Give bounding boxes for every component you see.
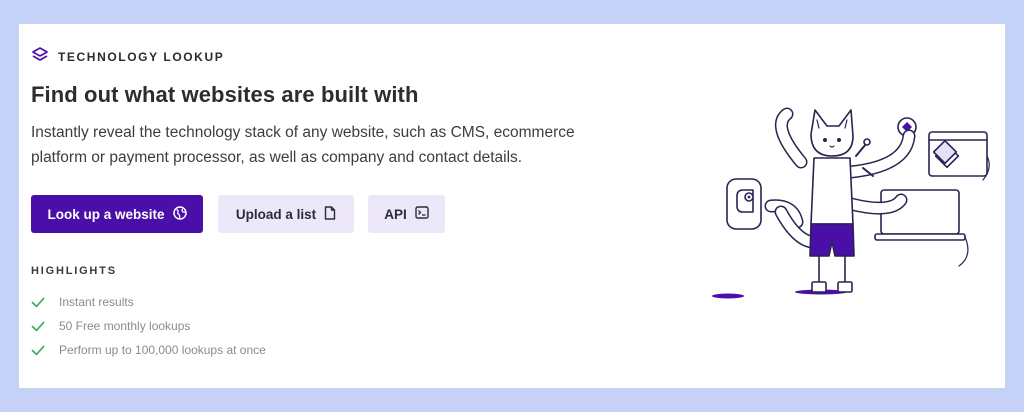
- page-title: Find out what websites are built with: [31, 82, 419, 107]
- list-item: Perform up to 100,000 lookups at once: [31, 338, 266, 362]
- layers-icon: [32, 46, 48, 68]
- highlights-heading: HIGHLIGHTS: [31, 265, 117, 277]
- check-icon: [31, 345, 45, 355]
- highlight-text: Perform up to 100,000 lookups at once: [59, 343, 266, 357]
- api-label: API: [384, 206, 407, 222]
- look-up-website-button[interactable]: Look up a website: [31, 195, 203, 233]
- terminal-icon: [415, 206, 429, 222]
- multi-armed-cat-illustration: [712, 107, 990, 299]
- file-icon: [324, 205, 336, 223]
- lookup-card: TECHNOLOGY LOOKUP Find out what websites…: [19, 24, 1005, 388]
- highlight-text: 50 Free monthly lookups: [59, 319, 191, 333]
- page-description: Instantly reveal the technology stack of…: [31, 124, 575, 166]
- highlight-text: Instant results: [59, 295, 134, 309]
- globe-icon: [172, 205, 187, 223]
- upload-list-button[interactable]: Upload a list: [218, 195, 354, 233]
- eyebrow-label: TECHNOLOGY LOOKUP: [58, 50, 225, 64]
- list-item: 50 Free monthly lookups: [31, 314, 266, 338]
- upload-list-label: Upload a list: [235, 206, 317, 222]
- look-up-website-label: Look up a website: [47, 206, 165, 222]
- highlights-list: Instant results 50 Free monthly lookups …: [31, 290, 266, 362]
- check-icon: [31, 297, 45, 307]
- api-button[interactable]: API: [368, 195, 445, 233]
- check-icon: [31, 321, 45, 331]
- section-eyebrow: TECHNOLOGY LOOKUP: [32, 46, 225, 64]
- list-item: Instant results: [31, 290, 266, 314]
